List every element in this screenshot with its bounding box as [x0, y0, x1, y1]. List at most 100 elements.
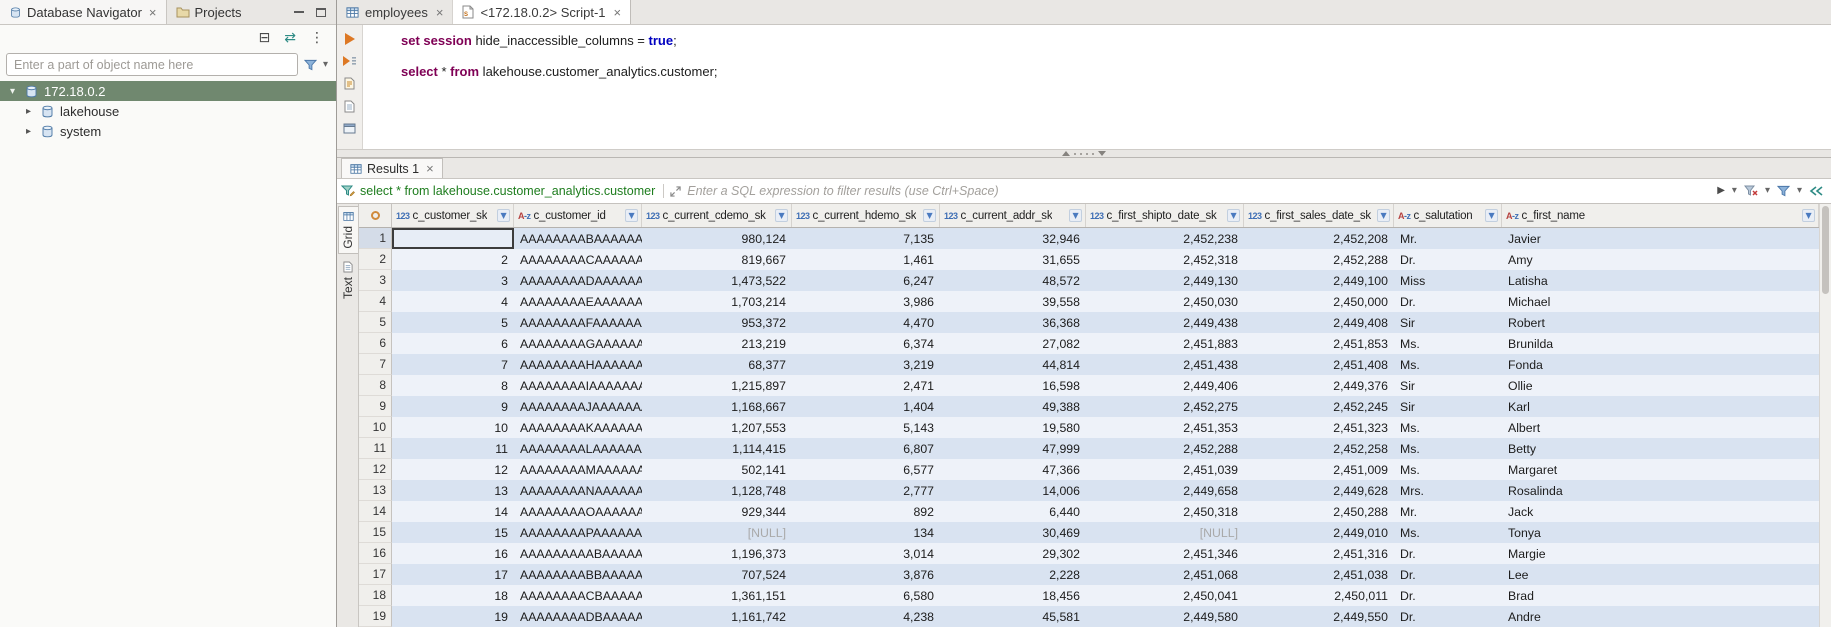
grid-cell[interactable]: 892: [792, 501, 940, 522]
grid-cell[interactable]: 48,572: [940, 270, 1086, 291]
tab-employees[interactable]: employees ×: [337, 0, 453, 24]
grid-cell[interactable]: 1,461: [792, 249, 940, 270]
apply-filter-icon[interactable]: ▶: [1717, 186, 1725, 196]
column-header-c_salutation[interactable]: A-zc_salutation▼: [1394, 204, 1502, 227]
row-number[interactable]: 18: [359, 585, 392, 606]
grid-cell[interactable]: [392, 228, 514, 249]
expand-filter-icon[interactable]: [670, 186, 681, 197]
row-number[interactable]: 8: [359, 375, 392, 396]
grid-cell[interactable]: 45,581: [940, 606, 1086, 627]
grid-cell[interactable]: 18: [392, 585, 514, 606]
grid-cell[interactable]: 2,449,658: [1086, 480, 1244, 501]
grid-cell[interactable]: 1,703,214: [642, 291, 792, 312]
collapse-left-icon[interactable]: [1809, 185, 1823, 197]
grid-cell[interactable]: 19: [392, 606, 514, 627]
grid-cell[interactable]: AAAAAAAAABAAAAAA: [514, 543, 642, 564]
grid-cell[interactable]: Sir: [1394, 312, 1502, 333]
grid-cell[interactable]: AAAAAAAAHAAAAAAA: [514, 354, 642, 375]
grid-cell[interactable]: 13: [392, 480, 514, 501]
grid-cell[interactable]: AAAAAAAAOAAAAAAA: [514, 501, 642, 522]
grid-cell[interactable]: 16: [392, 543, 514, 564]
filter-settings-icon[interactable]: [341, 185, 355, 197]
chevron-down-icon[interactable]: ▾: [1797, 186, 1802, 196]
grid-cell[interactable]: 4: [392, 291, 514, 312]
execute-script-button[interactable]: [342, 55, 357, 67]
grid-cell[interactable]: 213,219: [642, 333, 792, 354]
tab-database-navigator[interactable]: Database Navigator ×: [0, 0, 167, 24]
sql-code[interactable]: set session hide_inaccessible_columns = …: [363, 25, 1831, 149]
grid-cell[interactable]: 2,450,288: [1244, 501, 1394, 522]
grid-cell[interactable]: Sir: [1394, 375, 1502, 396]
splitter-down-icon[interactable]: [1098, 151, 1106, 156]
chevron-down-icon[interactable]: ▾: [323, 60, 328, 70]
tree-item-lakehouse[interactable]: ▸lakehouse: [0, 101, 336, 121]
grid-cell[interactable]: [NULL]: [1086, 522, 1244, 543]
grid-cell[interactable]: 2,449,580: [1086, 606, 1244, 627]
grid-cell[interactable]: AAAAAAAABBAAAAAA: [514, 564, 642, 585]
row-number[interactable]: 13: [359, 480, 392, 501]
grid-cell[interactable]: 29,302: [940, 543, 1086, 564]
tab-text-view[interactable]: Text: [338, 257, 358, 303]
grid-cell[interactable]: 2,451,068: [1086, 564, 1244, 585]
expander-closed-icon[interactable]: ▸: [22, 106, 35, 117]
grid-cell[interactable]: 1,128,748: [642, 480, 792, 501]
grid-cell[interactable]: 502,141: [642, 459, 792, 480]
grid-cell[interactable]: 2,451,039: [1086, 459, 1244, 480]
grid-cell[interactable]: 2,451,353: [1086, 417, 1244, 438]
scrollbar-thumb[interactable]: [1822, 206, 1829, 294]
sort-dropdown-icon[interactable]: ▼: [775, 209, 788, 222]
grid-cell[interactable]: 2,450,011: [1244, 585, 1394, 606]
output-console-button[interactable]: [343, 123, 356, 134]
row-number[interactable]: 6: [359, 333, 392, 354]
column-header-c_customer_sk[interactable]: 123c_customer_sk▼: [392, 204, 514, 227]
grid-cell[interactable]: 2,450,000: [1244, 291, 1394, 312]
column-header-c_customer_id[interactable]: A-zc_customer_id▼: [514, 204, 642, 227]
grid-cell[interactable]: 1,114,415: [642, 438, 792, 459]
grid-cell[interactable]: 6,440: [940, 501, 1086, 522]
minimize-icon[interactable]: [294, 11, 304, 13]
grid-cell[interactable]: 7: [392, 354, 514, 375]
sort-dropdown-icon[interactable]: ▼: [497, 209, 510, 222]
column-header-c_first_name[interactable]: A-zc_first_name▼: [1502, 204, 1819, 227]
grid-cell[interactable]: 1,207,553: [642, 417, 792, 438]
row-number[interactable]: 5: [359, 312, 392, 333]
grid-cell[interactable]: Karl: [1502, 396, 1819, 417]
grid-cell[interactable]: Tonya: [1502, 522, 1819, 543]
grid-cell[interactable]: 2,449,010: [1244, 522, 1394, 543]
clear-filter-icon[interactable]: [1744, 185, 1758, 197]
grid-cell[interactable]: 2,777: [792, 480, 940, 501]
grid-cell[interactable]: Ms.: [1394, 522, 1502, 543]
sort-dropdown-icon[interactable]: ▼: [1227, 209, 1240, 222]
grid-cell[interactable]: 7,135: [792, 228, 940, 249]
grid-cell[interactable]: 3,876: [792, 564, 940, 585]
grid-cell[interactable]: 12: [392, 459, 514, 480]
close-icon[interactable]: ×: [149, 6, 157, 19]
grid-cell[interactable]: 3,986: [792, 291, 940, 312]
view-menu-icon[interactable]: ⋮: [310, 31, 324, 45]
grid-cell[interactable]: 2,452,275: [1086, 396, 1244, 417]
grid-cell[interactable]: 31,655: [940, 249, 1086, 270]
grid-cell[interactable]: 2,452,258: [1244, 438, 1394, 459]
row-number[interactable]: 9: [359, 396, 392, 417]
grid-cell[interactable]: Mrs.: [1394, 480, 1502, 501]
grid-cell[interactable]: 6,580: [792, 585, 940, 606]
grid-cell[interactable]: 27,082: [940, 333, 1086, 354]
grid-cell[interactable]: Dr.: [1394, 564, 1502, 585]
tree-item-system[interactable]: ▸system: [0, 121, 336, 141]
grid-cell[interactable]: 14: [392, 501, 514, 522]
grid-cell[interactable]: 1,168,667: [642, 396, 792, 417]
grid-cell[interactable]: Ms.: [1394, 354, 1502, 375]
sort-dropdown-icon[interactable]: ▼: [1377, 209, 1390, 222]
row-number[interactable]: 11: [359, 438, 392, 459]
grid-cell[interactable]: AAAAAAAAMAAAAAAA: [514, 459, 642, 480]
grid-cell[interactable]: 30,469: [940, 522, 1086, 543]
grid-cell[interactable]: Ms.: [1394, 459, 1502, 480]
grid-cell[interactable]: Amy: [1502, 249, 1819, 270]
grid-cell[interactable]: 2,449,406: [1086, 375, 1244, 396]
grid-cell[interactable]: Ollie: [1502, 375, 1819, 396]
grid-cell[interactable]: 929,344: [642, 501, 792, 522]
grid-cell[interactable]: AAAAAAAAFAAAAAAA: [514, 312, 642, 333]
grid-cell[interactable]: 980,124: [642, 228, 792, 249]
grid-cell[interactable]: 44,814: [940, 354, 1086, 375]
grid-cell[interactable]: 6,577: [792, 459, 940, 480]
